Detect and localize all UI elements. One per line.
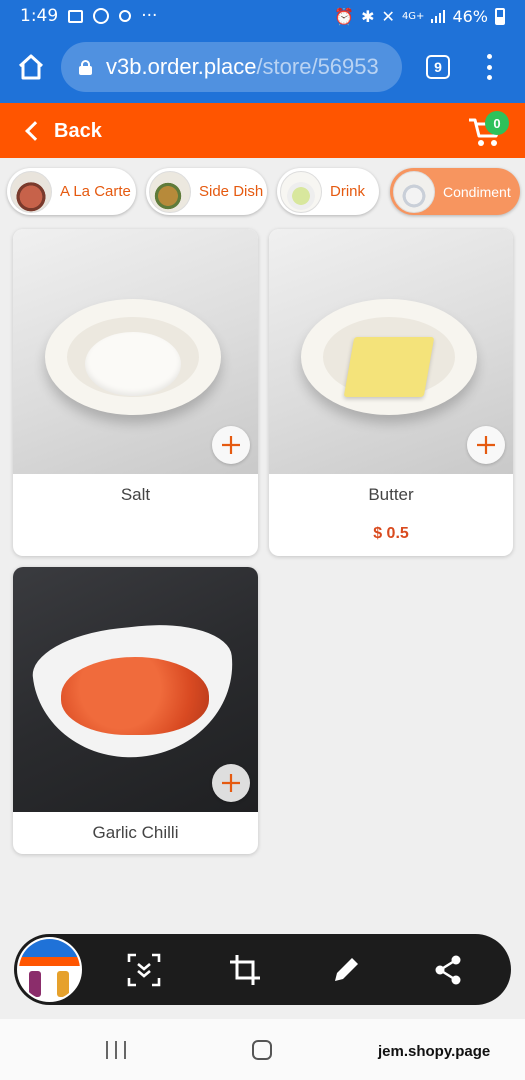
url-path: /store/56953 [256,54,379,79]
screenshot-toolbar [14,934,511,1005]
drink-thumb [280,170,322,213]
overflow-menu-icon[interactable] [483,54,495,80]
edit-icon[interactable] [328,952,364,988]
app-header: Back [0,103,525,158]
category-bar: A La Carte Side Dish Drink Condiment [0,158,525,225]
status-time: 1:49 [20,6,59,26]
recent-apps-icon[interactable] [106,1041,126,1059]
category-label: Drink [330,183,366,200]
screenshot-thumbnail[interactable] [17,937,82,1002]
scroll-capture-icon[interactable] [126,952,162,988]
url-field[interactable]: v3b.order.place/store/56953 [61,42,402,92]
alarm-icon: ⏰ [334,6,355,26]
tab-switcher-button[interactable]: 9 [426,55,450,79]
product-card-butter[interactable]: Butter $ 0.5 [269,229,513,556]
chevron-left-icon [25,121,45,141]
plus-icon [222,774,240,792]
back-button[interactable]: Back [22,115,102,147]
product-price: $ 0.5 [373,525,409,542]
browser-toolbar: v3b.order.place/store/56953 9 [0,32,525,103]
lock-icon [79,59,92,75]
salt-graphic [85,332,181,396]
home-button-icon[interactable] [252,1040,272,1060]
category-label: Condiment [443,183,511,200]
a-la-carte-thumb [10,170,52,213]
bluetooth-icon: ✱ [361,6,375,26]
product-name: Garlic Chilli [92,823,179,842]
status-bar: 1:49 ··· ⏰ ✱ ✕ 4G+ 46% [0,0,525,32]
category-label: Side Dish [199,183,264,200]
mute-icon: ✕ [381,6,395,26]
add-to-cart-button[interactable] [212,426,250,464]
battery-icon [495,7,505,25]
product-card-salt[interactable]: Salt [13,229,258,556]
side-dish-thumb [149,170,191,213]
url-host: v3b.order.place [106,54,257,79]
share-icon[interactable] [430,952,466,988]
product-name: Salt [120,485,151,504]
category-a-la-carte[interactable]: A La Carte [7,168,136,215]
whatsapp-icon [93,8,110,24]
category-label: A La Carte [60,183,131,200]
chilli-graphic [61,657,209,735]
watermark: jem.shopy.page [378,1043,491,1060]
cart-count-badge: 0 [485,111,509,135]
crop-icon[interactable] [227,952,263,988]
condiment-thumb [393,170,435,213]
battery-percent: 46% [452,6,488,26]
home-icon[interactable] [17,54,45,80]
plus-icon [477,436,495,454]
butter-graphic [343,337,435,397]
gallery-icon [68,9,84,23]
plus-icon [222,436,240,454]
category-condiment[interactable]: Condiment [390,168,520,215]
category-drink[interactable]: Drink [277,168,379,215]
more-notifications-icon: ··· [141,6,158,26]
product-card-garlic-chilli[interactable]: Garlic Chilli [13,567,258,854]
add-to-cart-button[interactable] [467,426,505,464]
signal-icon [431,9,446,23]
add-to-cart-button[interactable] [212,764,250,802]
network-type: 4G+ [401,10,425,22]
back-label: Back [54,119,102,142]
category-side-dish[interactable]: Side Dish [146,168,267,215]
notification-circle-icon [119,10,132,22]
product-name: Butter [368,485,414,504]
system-nav-bar: jem.shopy.page [0,1019,525,1080]
